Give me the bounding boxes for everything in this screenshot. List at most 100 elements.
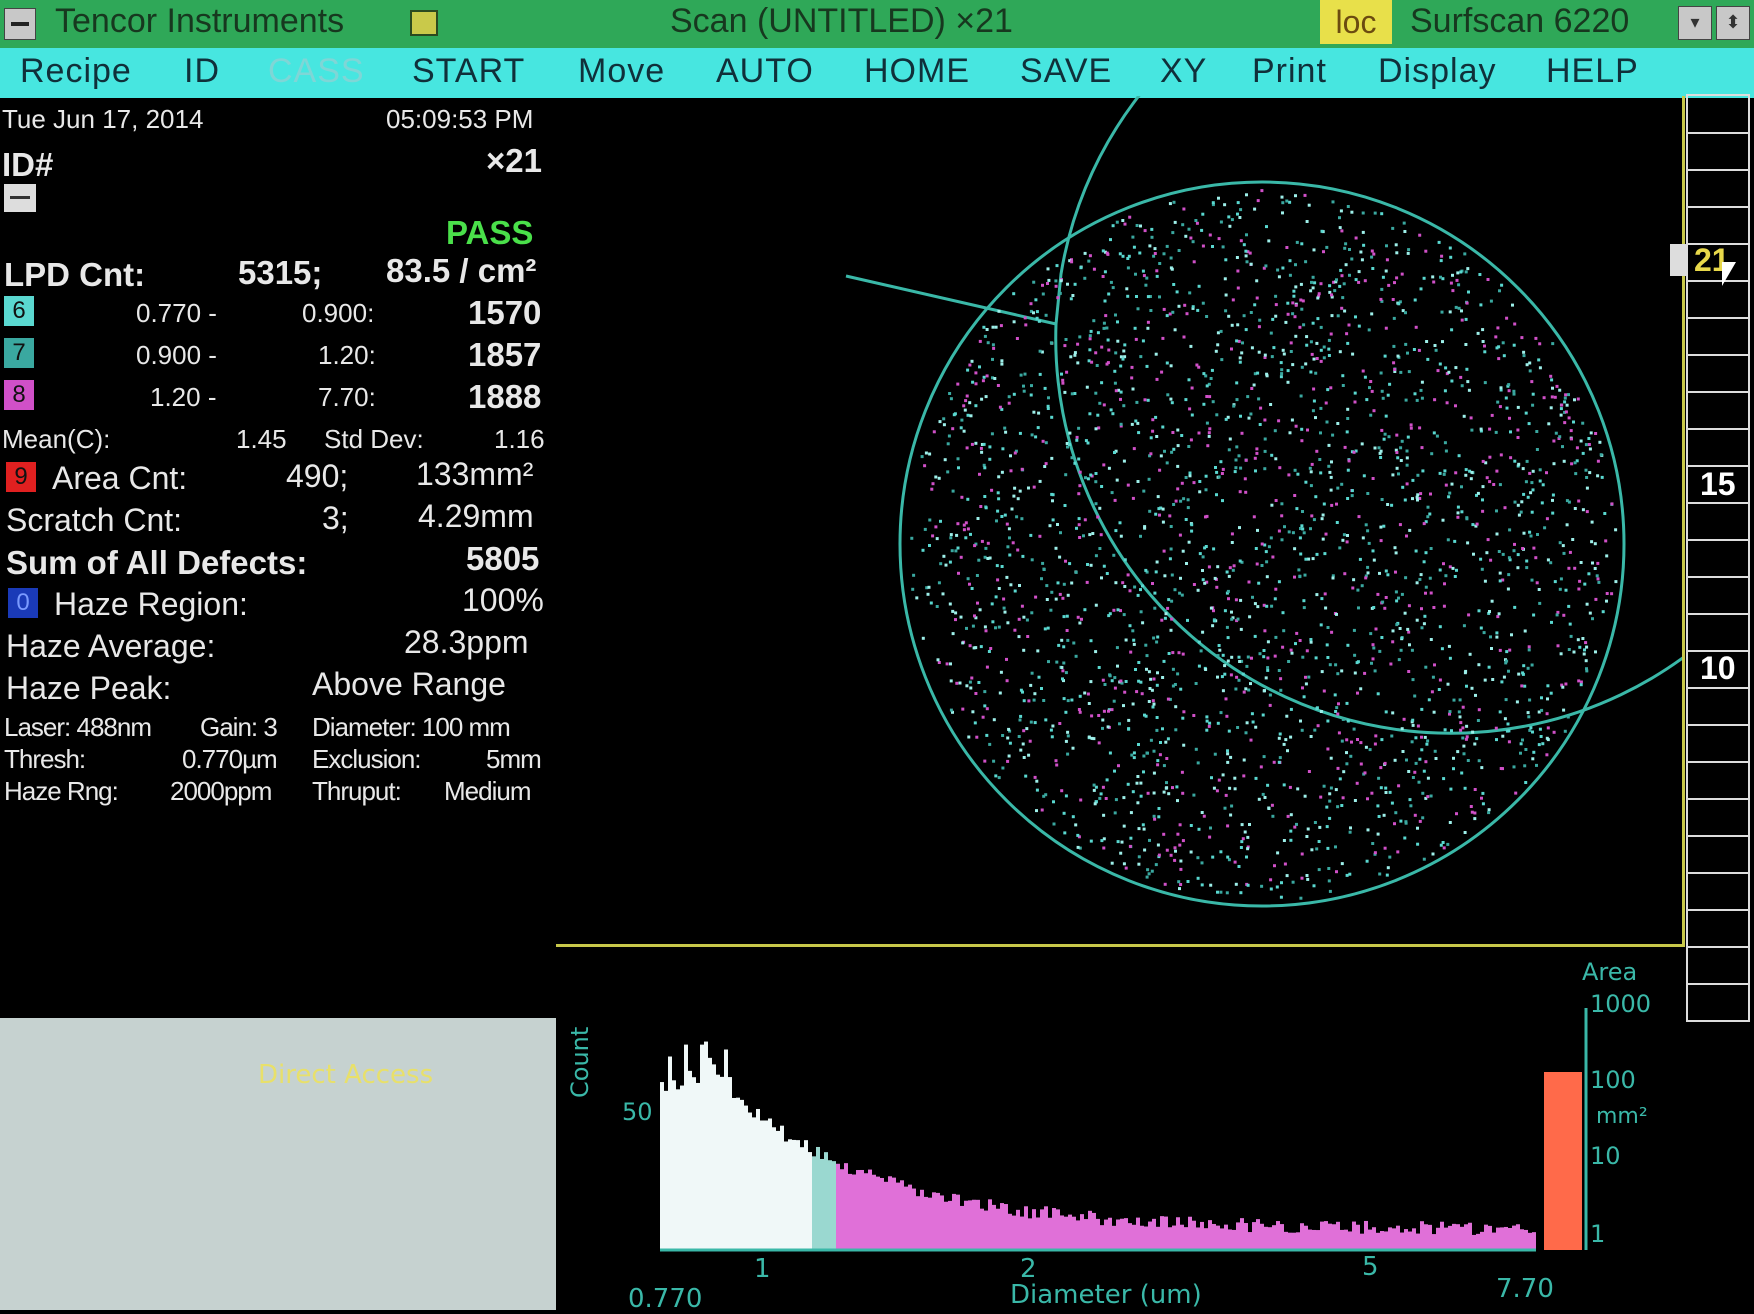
histogram-bar <box>932 1192 936 1250</box>
histogram-bar <box>1100 1225 1104 1250</box>
histogram-bar <box>1336 1221 1340 1250</box>
histogram-bar <box>1392 1228 1396 1250</box>
histogram-bar <box>1368 1229 1372 1250</box>
histogram-bar <box>796 1140 800 1250</box>
histogram-bar <box>732 1097 736 1250</box>
histogram-bar <box>1476 1233 1480 1250</box>
menu-xy[interactable]: XY <box>1160 52 1207 91</box>
histogram-bar <box>1192 1220 1196 1250</box>
histogram-bar <box>960 1205 964 1250</box>
histogram-bar <box>1364 1220 1368 1250</box>
sum-value: 5805 <box>466 540 540 577</box>
histogram-bar <box>1016 1209 1020 1250</box>
histogram-bar <box>1468 1222 1472 1250</box>
menu-save[interactable]: SAVE <box>1020 52 1112 91</box>
histogram-bar <box>1284 1231 1288 1250</box>
histogram-bar <box>1136 1217 1140 1250</box>
histogram-bar <box>1256 1219 1260 1250</box>
histogram-bar <box>776 1130 780 1250</box>
x-tick-label: 1 <box>754 1254 771 1284</box>
x-tick-label: 5 <box>1362 1252 1379 1282</box>
histogram-bar <box>1124 1218 1128 1250</box>
menu-home[interactable]: HOME <box>864 52 970 91</box>
id-entry-box[interactable] <box>4 184 36 212</box>
scale-tick <box>1688 909 1748 911</box>
histogram-bar <box>860 1169 864 1250</box>
minimize-button[interactable]: ▾ <box>1678 6 1712 40</box>
histogram-bar <box>824 1152 828 1250</box>
histogram-bar <box>1148 1221 1152 1250</box>
menu-start[interactable]: START <box>412 52 525 91</box>
histogram-bar <box>1516 1224 1520 1250</box>
histogram-bar <box>772 1127 776 1250</box>
system-menu-button[interactable] <box>4 8 36 40</box>
histogram-bar <box>1104 1219 1108 1250</box>
scan-title: Scan (UNTITLED) ×21 <box>670 2 1013 40</box>
histogram-bar <box>1332 1224 1336 1250</box>
histogram-bar <box>792 1139 796 1250</box>
menu-cass[interactable]: CASS <box>268 52 365 91</box>
histogram-bar <box>1460 1226 1464 1250</box>
histogram-bar <box>1504 1226 1508 1250</box>
histogram-bar <box>1488 1225 1492 1250</box>
menu-auto[interactable]: AUTO <box>716 52 814 91</box>
histogram-bar <box>1296 1232 1300 1250</box>
menu-help[interactable]: HELP <box>1546 52 1639 91</box>
histogram-bar <box>884 1181 888 1250</box>
histogram-bar <box>1372 1227 1376 1250</box>
histogram-bar <box>1220 1228 1224 1250</box>
scale-tick <box>1688 576 1748 578</box>
histogram-bar <box>820 1158 824 1250</box>
histogram-bar <box>1188 1216 1192 1250</box>
histogram-bar <box>1032 1209 1036 1250</box>
histogram-bar <box>1080 1214 1084 1250</box>
scale-tick <box>1688 169 1748 171</box>
histogram-bar <box>900 1180 904 1250</box>
histogram-bar <box>984 1210 988 1250</box>
area-value: 133mm² <box>416 456 534 492</box>
scale-tick <box>1688 539 1748 541</box>
histogram-bar <box>1252 1222 1256 1250</box>
histogram-bar <box>828 1160 832 1250</box>
menu-id[interactable]: ID <box>184 52 220 91</box>
scan-scale[interactable] <box>1686 94 1750 1022</box>
histogram-bar <box>1260 1223 1264 1250</box>
std-label: Std Dev: <box>324 424 424 454</box>
menu-display[interactable]: Display <box>1378 52 1496 91</box>
scale-tick <box>1688 872 1748 874</box>
area-tick-label: 1000 <box>1590 990 1652 1018</box>
haze-chip[interactable]: 0 <box>8 588 38 618</box>
wafer-map[interactable] <box>556 0 1754 944</box>
histogram-bar <box>788 1139 792 1250</box>
histogram-bar <box>1140 1225 1144 1250</box>
menu-print[interactable]: Print <box>1252 52 1327 91</box>
histogram-bar <box>712 1064 716 1250</box>
restore-button[interactable]: ⬍ <box>1716 6 1750 40</box>
histogram-bar <box>976 1199 980 1250</box>
scan-time: 05:09:53 PM <box>386 104 534 134</box>
area-chip[interactable]: 9 <box>6 462 36 492</box>
haze-peak-label: Haze Peak: <box>6 670 172 706</box>
wafer-map-panel[interactable] <box>556 0 1754 947</box>
histogram-bar <box>1060 1215 1064 1250</box>
histogram-bar <box>964 1200 968 1250</box>
menu-recipe[interactable]: Recipe <box>20 52 132 91</box>
histogram-bar <box>780 1125 784 1250</box>
histogram-bar <box>1404 1229 1408 1250</box>
histogram-bar <box>916 1196 920 1250</box>
bin-chip[interactable]: 6 <box>4 296 34 326</box>
scale-tick <box>1688 613 1748 615</box>
y-axis-label: Count <box>566 1026 594 1098</box>
histogram-bar <box>680 1085 684 1250</box>
histogram-bar <box>1320 1221 1324 1250</box>
bin-chip[interactable]: 7 <box>4 338 34 368</box>
menu-move[interactable]: Move <box>578 52 665 91</box>
loc-button[interactable]: loc <box>1320 0 1392 44</box>
haze-average-value: 28.3ppm <box>404 624 529 660</box>
bin-chip[interactable]: 8 <box>4 380 34 410</box>
histogram-bar <box>752 1117 756 1250</box>
scale-tick <box>1688 132 1748 134</box>
histogram-bar <box>856 1170 860 1250</box>
scale-stepper[interactable] <box>1670 244 1686 276</box>
histogram-bar <box>988 1199 992 1250</box>
